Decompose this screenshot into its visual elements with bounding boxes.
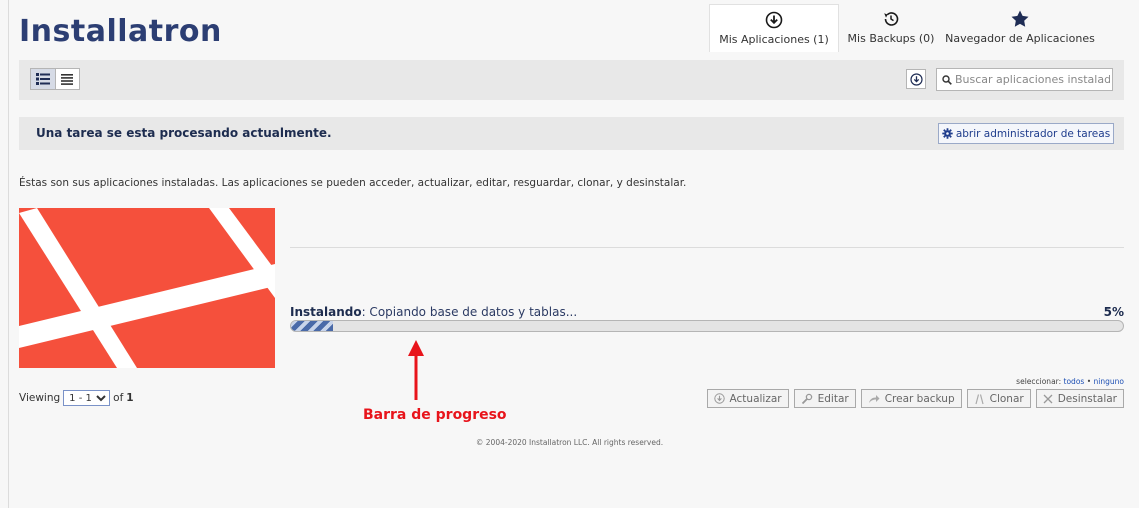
tab-label: Mis Backups (0) — [847, 32, 935, 45]
update-icon — [713, 393, 725, 404]
create-backup-button[interactable]: Crear backup — [860, 389, 962, 408]
history-icon — [882, 8, 900, 30]
app-thumbnail[interactable] — [19, 208, 275, 368]
page-description: Éstas son sus aplicaciones instaladas. L… — [19, 177, 687, 189]
select-none-link[interactable]: ninguno — [1094, 377, 1124, 386]
selection-links: seleccionar: todos • ninguno — [1016, 377, 1124, 386]
star-icon — [1010, 8, 1030, 30]
annotation-label: Barra de progreso — [363, 407, 507, 423]
tab-label: Mis Aplicaciones (1) — [719, 33, 829, 46]
left-border — [8, 0, 9, 508]
edit-button[interactable]: Editar — [793, 389, 856, 408]
toolbar — [19, 60, 1124, 100]
page-range-select[interactable]: 1 - 1 — [63, 390, 111, 406]
clone-icon — [975, 393, 984, 404]
pager-prefix: Viewing — [19, 392, 61, 404]
compact-list-icon[interactable] — [56, 69, 80, 89]
gear-icon — [942, 128, 953, 139]
search-input[interactable] — [955, 73, 1110, 86]
action-buttons: Actualizar Editar Crear backup Clonar De… — [706, 389, 1124, 408]
clone-button[interactable]: Clonar — [966, 389, 1031, 408]
select-separator: • — [1086, 377, 1092, 386]
tab-app-browser[interactable]: Navegador de Aplicaciones — [943, 4, 1097, 52]
installatron-logo[interactable]: Installatron — [19, 14, 222, 49]
uninstall-button[interactable]: Desinstalar — [1035, 389, 1124, 408]
download-button[interactable] — [906, 69, 926, 89]
footer-copyright: © 2004-2020 Installatron LLC. All rights… — [475, 438, 664, 447]
download-circle-icon — [909, 72, 923, 86]
detailed-list-icon[interactable] — [31, 69, 56, 89]
progress-percent: 5% — [1103, 305, 1124, 319]
top-tabs: Mis Aplicaciones (1) Mis Backups (0) Nav… — [709, 4, 1097, 52]
uninstall-label: Desinstalar — [1057, 392, 1117, 405]
pager: Viewing 1 - 1 of 1 — [19, 390, 134, 406]
edit-label: Editar — [817, 392, 849, 405]
download-circle-icon — [765, 9, 783, 31]
pager-total: 1 — [126, 392, 134, 404]
update-button[interactable]: Actualizar — [706, 389, 789, 408]
progress-bar — [290, 320, 1124, 332]
select-all-link[interactable]: todos — [1064, 377, 1085, 386]
search-icon — [942, 74, 952, 85]
tab-my-applications[interactable]: Mis Aplicaciones (1) — [709, 4, 839, 52]
x-icon — [1043, 394, 1053, 403]
view-mode-toggle — [30, 68, 80, 90]
clone-label: Clonar — [989, 392, 1024, 405]
task-notification-bar: Una tarea se esta procesando actualmente… — [19, 117, 1124, 150]
status-state: Instalando — [290, 305, 362, 319]
task-button-label: abrir administrador de tareas — [955, 127, 1111, 140]
open-task-manager-button[interactable]: abrir administrador de tareas — [938, 123, 1114, 144]
task-message: Una tarea se esta procesando actualmente… — [36, 126, 332, 140]
wrench-icon — [801, 393, 812, 404]
update-label: Actualizar — [729, 392, 782, 405]
search-box[interactable] — [936, 68, 1113, 91]
progress-fill — [291, 321, 333, 331]
card-divider — [290, 247, 1124, 248]
tab-label: Navegador de Aplicaciones — [945, 32, 1095, 45]
create-backup-label: Crear backup — [884, 392, 955, 405]
select-prefix: seleccionar: — [1016, 377, 1062, 386]
install-status: Instalando: Copiando base de datos y tab… — [290, 305, 577, 319]
share-arrow-icon — [868, 395, 880, 403]
tab-my-backups[interactable]: Mis Backups (0) — [839, 4, 943, 52]
annotation-arrow-icon — [408, 340, 424, 400]
pager-of: of — [113, 392, 124, 404]
status-detail: : Copiando base de datos y tablas... — [361, 305, 578, 319]
